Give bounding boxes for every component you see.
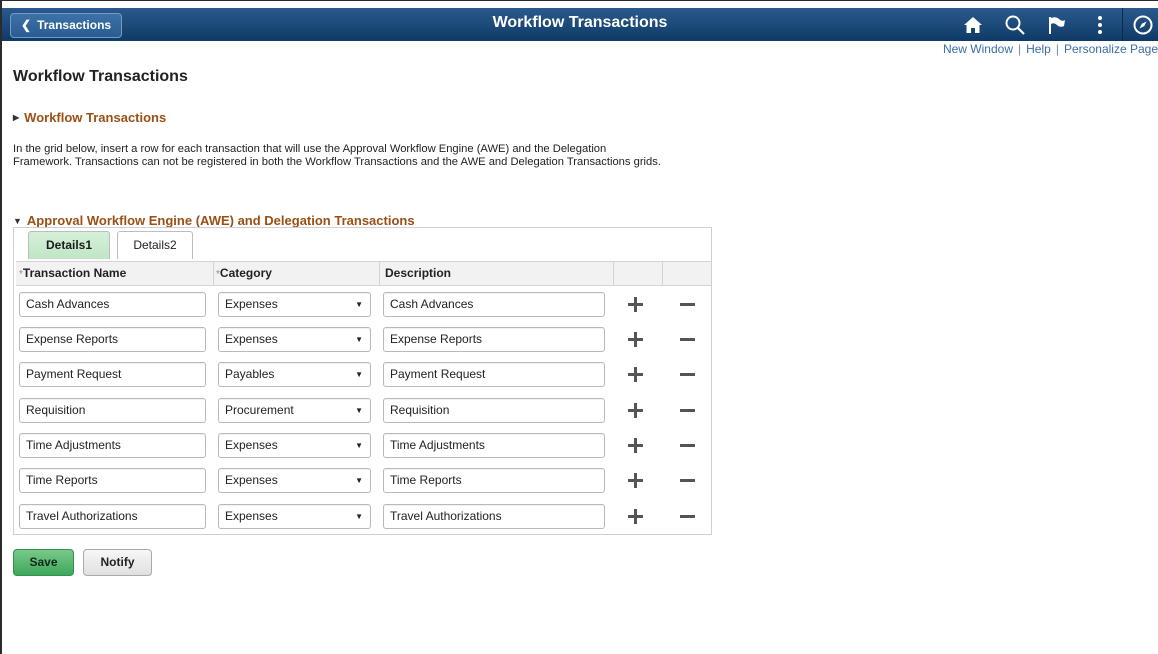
- transaction-name-field[interactable]: Requisition: [19, 398, 206, 423]
- page-title: Workflow Transactions: [13, 68, 188, 85]
- caret-down-icon: ▼: [355, 300, 363, 309]
- table-row: Expense Reports Expenses ▼ Expense Report…: [14, 327, 711, 362]
- table-row: Time Adjustments Expenses ▼ Time Adjustme…: [14, 433, 711, 468]
- transaction-name-field[interactable]: Payment Request: [19, 362, 206, 387]
- add-row-icon[interactable]: [628, 509, 644, 525]
- caret-down-icon: ▼: [355, 370, 363, 379]
- navigator-compass-icon[interactable]: [1130, 12, 1156, 38]
- caret-down-icon: ▼: [355, 406, 363, 415]
- column-header-transaction-name: *Transaction Name: [16, 262, 214, 285]
- column-header-category: *Category: [214, 262, 380, 285]
- delete-row-icon[interactable]: [680, 473, 696, 489]
- column-header-add: [614, 262, 663, 285]
- awe-section-toggle[interactable]: ▼ Approval Workflow Engine (AWE) and Dele…: [13, 213, 415, 228]
- description-field[interactable]: Travel Authorizations: [383, 504, 605, 529]
- add-row-icon[interactable]: [628, 367, 644, 383]
- add-row-icon[interactable]: [628, 473, 644, 489]
- column-header-description: Description: [380, 262, 614, 285]
- category-select[interactable]: Expenses ▼: [218, 468, 371, 493]
- caret-down-icon: ▼: [355, 335, 363, 344]
- table-row: Time Reports Expenses ▼ Time Reports: [14, 468, 711, 503]
- delete-row-icon[interactable]: [680, 438, 696, 454]
- table-row: Requisition Procurement ▼ Requisition: [14, 398, 711, 433]
- back-to-transactions-button[interactable]: ❮ Transactions: [10, 13, 123, 38]
- table-row: Travel Authorizations Expenses ▼ Travel A…: [14, 504, 711, 539]
- category-select[interactable]: Expenses ▼: [218, 433, 371, 458]
- category-select[interactable]: Procurement ▼: [218, 398, 371, 423]
- add-row-icon[interactable]: [628, 438, 644, 454]
- flag-icon[interactable]: [1044, 12, 1070, 38]
- triangle-right-icon: ▶: [13, 113, 20, 122]
- triangle-down-icon: ▼: [13, 216, 22, 226]
- grid-header: *Transaction Name *Category Description: [16, 261, 711, 286]
- home-icon[interactable]: [960, 12, 986, 38]
- tab-details2[interactable]: Details2: [117, 231, 193, 259]
- more-vertical-icon[interactable]: [1087, 12, 1113, 38]
- caret-down-icon: ▼: [355, 476, 363, 485]
- transaction-name-field[interactable]: Cash Advances: [19, 292, 206, 317]
- search-icon[interactable]: [1002, 12, 1028, 38]
- transaction-name-field[interactable]: Expense Reports: [19, 327, 206, 352]
- table-row: Cash Advances Expenses ▼ Cash Advances: [14, 292, 711, 327]
- category-select[interactable]: Expenses ▼: [218, 292, 371, 317]
- section-title: Workflow Transactions: [24, 110, 167, 125]
- header-banner: ❮ Transactions Workflow Transactions: [2, 8, 1158, 41]
- delete-row-icon[interactable]: [680, 509, 696, 525]
- delete-row-icon[interactable]: [680, 403, 696, 419]
- table-row: Payment Request Payables ▼ Payment Reques…: [14, 362, 711, 397]
- save-button[interactable]: Save: [13, 549, 74, 576]
- top-links: New Window | Help | Personalize Page: [942, 42, 1158, 56]
- help-link[interactable]: Help: [1026, 42, 1051, 56]
- description-field[interactable]: Cash Advances: [383, 292, 605, 317]
- awe-transactions-grid: Details1 Details2 *Transaction Name *Cat…: [13, 227, 712, 535]
- chevron-left-icon: ❮: [21, 18, 32, 32]
- notify-button[interactable]: Notify: [83, 549, 152, 576]
- add-row-icon[interactable]: [628, 297, 644, 313]
- caret-down-icon: ▼: [355, 441, 363, 450]
- add-row-icon[interactable]: [628, 332, 644, 348]
- workflow-transactions-section-toggle[interactable]: ▶ Workflow Transactions: [13, 110, 166, 125]
- category-select[interactable]: Expenses ▼: [218, 504, 371, 529]
- transaction-name-field[interactable]: Time Reports: [19, 468, 206, 493]
- header-divider: [1122, 8, 1123, 41]
- category-select[interactable]: Payables ▼: [218, 362, 371, 387]
- description-field[interactable]: Expense Reports: [383, 327, 605, 352]
- delete-row-icon[interactable]: [680, 367, 696, 383]
- description-field[interactable]: Time Adjustments: [383, 433, 605, 458]
- add-row-icon[interactable]: [628, 403, 644, 419]
- personalize-page-link[interactable]: Personalize Page: [1064, 42, 1158, 56]
- description-field[interactable]: Payment Request: [383, 362, 605, 387]
- delete-row-icon[interactable]: [680, 297, 696, 313]
- transaction-name-field[interactable]: Time Adjustments: [19, 433, 206, 458]
- category-select[interactable]: Expenses ▼: [218, 327, 371, 352]
- transaction-name-field[interactable]: Travel Authorizations: [19, 504, 206, 529]
- instructions-text: In the grid below, insert a row for each…: [13, 143, 661, 168]
- back-button-label: Transactions: [37, 18, 112, 32]
- tab-details1[interactable]: Details1: [28, 231, 110, 259]
- description-field[interactable]: Requisition: [383, 398, 605, 423]
- description-field[interactable]: Time Reports: [383, 468, 605, 493]
- new-window-link[interactable]: New Window: [943, 42, 1013, 56]
- column-header-delete: [663, 262, 711, 285]
- caret-down-icon: ▼: [355, 512, 363, 521]
- delete-row-icon[interactable]: [680, 332, 696, 348]
- section-title: Approval Workflow Engine (AWE) and Deleg…: [26, 213, 415, 228]
